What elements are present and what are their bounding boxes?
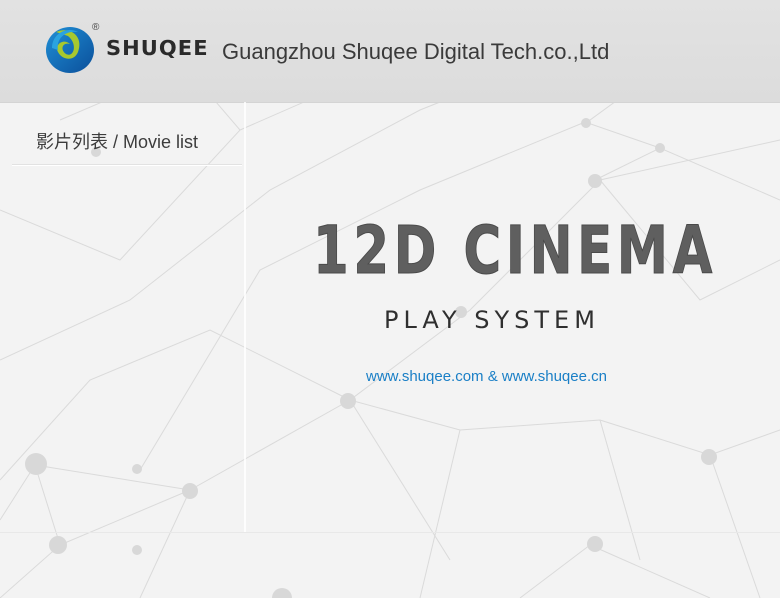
- registered-mark: ®: [92, 22, 100, 33]
- brand-name: SHUQEE: [106, 36, 209, 60]
- movie-list-title: 影片列表 / Movie list: [36, 132, 199, 152]
- footer-divider: [0, 532, 780, 533]
- movie-list-panel[interactable]: [0, 102, 246, 532]
- product-title-text: 12D CINEMA: [313, 215, 717, 285]
- product-subtitle: PLAY SYSTEM: [384, 306, 600, 334]
- sidebar-divider: [12, 164, 242, 165]
- product-title: 12D CINEMA: [313, 215, 717, 285]
- header-bar: ® SHUQEE Guangzhou Shuqee Digital Tech.c…: [0, 0, 780, 103]
- company-name: Guangzhou Shuqee Digital Tech.co.,Ltd: [222, 39, 610, 64]
- website-link[interactable]: www.shuqee.com & www.shuqee.cn: [366, 368, 607, 385]
